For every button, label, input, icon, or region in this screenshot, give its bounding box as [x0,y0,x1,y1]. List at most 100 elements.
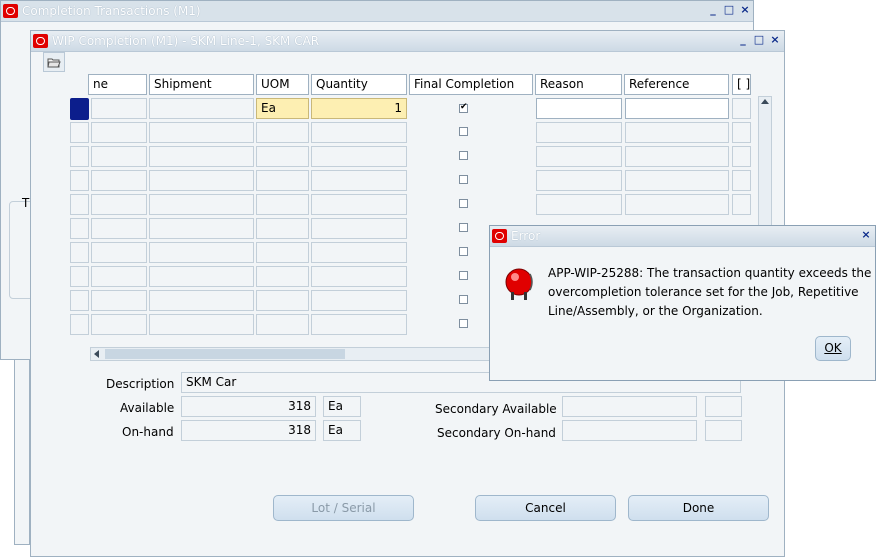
quantity-field[interactable] [311,242,407,263]
table-horizontal-scrollbar[interactable] [90,347,490,361]
ok-button[interactable]: OK [815,336,851,361]
final-completion-checkbox[interactable] [459,102,468,113]
row-extra-field[interactable] [732,194,751,215]
quantity-field[interactable] [311,170,407,191]
line-field[interactable] [91,170,147,191]
reference-field[interactable] [625,146,729,167]
quantity-field[interactable] [311,194,407,215]
uom-field[interactable] [256,266,309,287]
final-completion-checkbox[interactable] [459,175,468,184]
close-icon[interactable]: × [739,4,751,16]
restore-icon[interactable]: □ [723,4,735,16]
error-dialog-titlebar[interactable]: Error × [490,226,875,247]
onhand-field[interactable]: 318 [181,420,316,441]
available-field[interactable]: 318 [181,396,316,417]
row-selector[interactable] [70,122,89,143]
final-completion-checkbox[interactable] [459,127,468,136]
quantity-field[interactable]: 1 [311,98,407,119]
completion-transactions-titlebar[interactable]: Completion Transactions (M1) _ □ × [1,1,753,22]
quantity-field[interactable] [311,266,407,287]
line-field[interactable] [91,218,147,239]
secondary-onhand-field[interactable] [562,420,697,441]
final-completion-checkbox[interactable] [459,319,468,328]
final-completion-checkbox[interactable] [459,295,468,304]
onhand-uom-field[interactable]: Ea [323,420,361,441]
row-selector[interactable] [70,194,89,215]
shipment-field[interactable] [149,146,254,167]
shipment-field[interactable] [149,242,254,263]
uom-field[interactable] [256,290,309,311]
reference-field[interactable] [625,122,729,143]
close-icon[interactable]: × [860,229,872,241]
uom-field[interactable] [256,314,309,335]
scroll-up-arrow-icon[interactable] [761,99,769,104]
final-completion-checkbox[interactable] [459,247,468,256]
minimize-icon[interactable]: _ [737,34,749,46]
row-extra-field[interactable] [732,122,751,143]
folder-open-icon[interactable] [43,52,65,72]
uom-field[interactable] [256,122,309,143]
line-field[interactable] [91,242,147,263]
shipment-field[interactable] [149,266,254,287]
shipment-field[interactable] [149,122,254,143]
uom-field[interactable] [256,242,309,263]
final-completion-checkbox[interactable] [459,271,468,280]
row-extra-field[interactable] [732,98,751,119]
close-icon[interactable]: × [769,34,781,46]
reason-field[interactable] [536,194,622,215]
uom-field[interactable] [256,218,309,239]
row-selector[interactable] [70,242,89,263]
reason-field[interactable] [536,170,622,191]
line-field[interactable] [91,266,147,287]
secondary-available-field[interactable] [562,396,697,417]
minimize-icon[interactable]: _ [707,4,719,16]
final-completion-checkbox[interactable] [459,151,468,160]
quantity-field[interactable] [311,314,407,335]
scroll-left-arrow-icon[interactable] [94,350,99,358]
horizontal-scroll-thumb[interactable] [105,349,345,359]
line-field[interactable] [91,290,147,311]
shipment-field[interactable] [149,314,254,335]
shipment-field[interactable] [149,98,254,119]
cancel-button[interactable]: Cancel [475,495,616,521]
uom-field[interactable] [256,170,309,191]
line-field[interactable] [91,314,147,335]
uom-field[interactable] [256,194,309,215]
reference-field[interactable] [625,98,729,119]
row-selector[interactable] [70,170,89,191]
row-extra-field[interactable] [732,170,751,191]
secondary-available-uom-field[interactable] [705,396,742,417]
reason-field[interactable] [536,98,622,119]
uom-field[interactable] [256,146,309,167]
row-selector[interactable] [70,314,89,335]
row-selector[interactable] [70,146,89,167]
uom-field[interactable]: Ea [256,98,309,119]
available-uom-field[interactable]: Ea [323,396,361,417]
shipment-field[interactable] [149,194,254,215]
row-extra-field[interactable] [732,146,751,167]
quantity-field[interactable] [311,218,407,239]
reference-field[interactable] [625,194,729,215]
final-completion-checkbox[interactable] [459,223,468,232]
shipment-field[interactable] [149,218,254,239]
restore-icon[interactable]: □ [753,34,765,46]
shipment-field[interactable] [149,170,254,191]
final-completion-checkbox[interactable] [459,199,468,208]
quantity-field[interactable] [311,146,407,167]
done-button[interactable]: Done [628,495,769,521]
lot-serial-button[interactable]: Lot / Serial [273,495,414,521]
line-field[interactable] [91,194,147,215]
row-selector[interactable] [70,290,89,311]
line-field[interactable] [91,122,147,143]
current-row-marker[interactable] [70,98,89,120]
reference-field[interactable] [625,170,729,191]
line-field[interactable] [91,98,147,119]
quantity-field[interactable] [311,122,407,143]
line-field[interactable] [91,146,147,167]
row-selector[interactable] [70,266,89,287]
row-selector[interactable] [70,218,89,239]
reason-field[interactable] [536,146,622,167]
wip-completion-titlebar[interactable]: WIP Completion (M1) - SKM Line-1, SKM CA… [31,31,784,52]
secondary-onhand-uom-field[interactable] [705,420,742,441]
reason-field[interactable] [536,122,622,143]
